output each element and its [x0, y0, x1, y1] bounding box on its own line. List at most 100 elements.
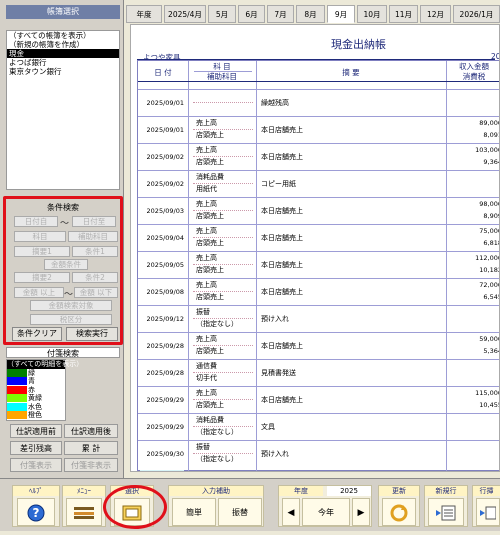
- header-split: [194, 71, 252, 72]
- ledger-item[interactable]: 東京タウン銀行: [7, 67, 119, 76]
- amount-to-field[interactable]: 金額 以下: [74, 287, 118, 298]
- row-tekiyo: 本日店舗売上: [261, 288, 303, 296]
- sticky-filter-item[interactable]: （すべての明細を表示）: [7, 360, 83, 369]
- arrow-right-icon: ▶: [357, 508, 365, 518]
- tab-1[interactable]: 2025/4月: [164, 5, 206, 23]
- ledger-item[interactable]: （すべての帳簿を表示）: [7, 31, 119, 40]
- table-row[interactable]: 2025/09/02 売上高店頭売上 本日店舗売上 103,000 9,364: [138, 143, 499, 169]
- tab-9[interactable]: 12月: [420, 5, 451, 23]
- table-row[interactable]: 2025/09/05 売上高 店頭売上 本日店舗売上 112,000 10,182: [138, 251, 500, 277]
- year-prev-button[interactable]: ◀: [282, 498, 300, 526]
- tab-5[interactable]: 8月: [296, 5, 325, 23]
- row-tekiyo: 預け入れ: [261, 450, 289, 458]
- sticky-filter-item[interactable]: 橙色: [7, 411, 65, 420]
- this-year-button[interactable]: 今年: [302, 498, 350, 526]
- row-date: 2025/09/28: [146, 369, 184, 377]
- row-kamoku: 振替: [196, 443, 210, 451]
- cumulative-button[interactable]: 累 計: [64, 441, 118, 455]
- sticky-filter-item[interactable]: 青: [7, 377, 65, 386]
- tab-7[interactable]: 10月: [357, 5, 387, 23]
- tekiyo2-field[interactable]: 摘要2: [14, 272, 70, 283]
- header-bottom-rule: [138, 81, 499, 82]
- menu-group: ﾒﾆｭｰ: [62, 485, 106, 527]
- sticky-filter-item[interactable]: 水色: [7, 402, 65, 412]
- table-row[interactable]: 2025/09/03 売上高店頭売上 本日店舗売上 98,000 8,909: [138, 197, 499, 223]
- table-row[interactable]: 2025/09/12 振替 （指定なし） 預け入れ: [138, 305, 499, 331]
- cond1-select[interactable]: 条件1: [72, 246, 118, 257]
- table-row[interactable]: 2025/09/30 振替 （指定なし） 預け入れ: [138, 440, 499, 466]
- ledger-item[interactable]: 現金: [7, 49, 119, 58]
- table-row[interactable]: 2025/09/28 通信費 切手代 見積書発送: [138, 359, 499, 385]
- row-insert-button[interactable]: [476, 498, 500, 526]
- kantan-button[interactable]: 簡単: [172, 498, 216, 526]
- help-label: ﾍﾙﾌﾟ: [13, 486, 59, 496]
- row-kamoku: 売上高: [196, 146, 217, 154]
- update-button[interactable]: [382, 498, 416, 526]
- tab-6[interactable]: 9月: [327, 5, 355, 23]
- color-swatch: [7, 394, 27, 402]
- menu-button[interactable]: [66, 498, 102, 526]
- table-row[interactable]: 2025/09/01 繰越残高: [138, 89, 499, 115]
- tab-3[interactable]: 6月: [238, 5, 265, 23]
- cond2-select[interactable]: 条件2: [72, 272, 118, 283]
- input-assist-group: 入力補助 簡単 振替: [168, 485, 264, 527]
- amount-target-select[interactable]: 金額検索対象: [30, 300, 112, 311]
- sticky-filter-label: 赤: [28, 385, 35, 394]
- sticky-show-button[interactable]: 付箋表示: [10, 458, 62, 472]
- hojo-select[interactable]: 補助科目: [68, 231, 118, 242]
- tekiyo1-field[interactable]: 摘要1: [14, 246, 70, 257]
- new-row-button[interactable]: [428, 498, 464, 526]
- date-to-field[interactable]: 日付至: [72, 216, 116, 227]
- table-row[interactable]: 2025/09/29 売上高 店頭売上 本日店舗売上 115,000 10,455: [138, 386, 499, 412]
- ledger-list[interactable]: （すべての帳簿を表示） （新規の帳簿を作成） 現金 よつば銀行 東京タウン銀行: [6, 30, 120, 190]
- condition-search-panel: 条件検索 日付自 〜 日付至 科目 補助科目 摘要1 条件1 金額条件 摘要2 …: [3, 196, 123, 345]
- row-amount: 89,000: [479, 119, 500, 127]
- date-from-field[interactable]: 日付自: [14, 216, 58, 227]
- ledger-item[interactable]: （新規の帳簿を作成）: [7, 40, 119, 49]
- tab-10[interactable]: 2026/1月: [453, 5, 500, 23]
- year-next-button[interactable]: ▶: [352, 498, 370, 526]
- table-row[interactable]: 2025/09/01 売上高店頭売上 本日店舗売上 89,000 8,091: [138, 116, 500, 142]
- row-kamoku: 消耗品費: [196, 416, 224, 424]
- row-tax: 8,909: [483, 212, 499, 220]
- condition-clear-button[interactable]: 条件クリア: [12, 327, 62, 341]
- row-tekiyo: 本日店舗売上: [261, 126, 303, 134]
- color-swatch: [7, 411, 27, 419]
- row-tax: 10,182: [479, 266, 500, 274]
- before-posting-button[interactable]: 仕訳適用前: [10, 424, 62, 438]
- after-posting-button[interactable]: 仕訳適用後: [64, 424, 118, 438]
- tab-2[interactable]: 5月: [208, 5, 236, 23]
- furikae-button[interactable]: 振替: [218, 498, 262, 526]
- amount-from-field[interactable]: 金額 以上: [14, 287, 64, 298]
- highlight-circle: [103, 485, 167, 529]
- table-row[interactable]: 2025/09/28 売上高店頭売上 本日店舗売上 59,000 5,364: [138, 332, 500, 358]
- sticky-filter-item[interactable]: 緑: [7, 368, 65, 378]
- row-split-rule: [193, 210, 253, 211]
- tab-8[interactable]: 11月: [389, 5, 418, 23]
- amount-condition-select[interactable]: 金額条件: [44, 259, 88, 270]
- tab-4[interactable]: 7月: [267, 5, 294, 23]
- row-tekiyo: 本日店舗売上: [261, 207, 303, 215]
- sticky-filter-label: 橙色: [28, 411, 42, 419]
- help-button[interactable]: ?: [17, 498, 55, 526]
- row-hojo: （指定なし）: [196, 428, 238, 436]
- sticky-hide-button[interactable]: 付箋非表示: [64, 458, 118, 472]
- table-row[interactable]: 2025/09/04 売上高店頭売上 本日店舗売上 75,000 6,818: [138, 224, 499, 250]
- tax-category-select[interactable]: 税区分: [30, 314, 112, 325]
- sticky-filter-item[interactable]: 赤: [7, 385, 65, 395]
- search-execute-button[interactable]: 検索実行: [66, 327, 118, 341]
- kamoku-select[interactable]: 科目: [14, 231, 66, 242]
- row-amount: 59,000: [479, 335, 500, 343]
- sticky-filter-list[interactable]: （すべての明細を表示）緑青赤黄緑 水色 橙色: [6, 359, 83, 421]
- sticky-filter-item[interactable]: 黄緑: [7, 394, 65, 403]
- table-row[interactable]: 2025/09/29 消耗品費 （指定なし） 文具: [138, 413, 499, 439]
- ledger-item[interactable]: よつば銀行: [7, 58, 119, 67]
- table-row[interactable]: 2025/09/02 消耗品費 用紙代 コピー用紙: [138, 170, 499, 196]
- new-row-date-cell[interactable]: [140, 470, 184, 471]
- tab-0[interactable]: 年度: [126, 5, 162, 23]
- row-date: 2025/09/30: [146, 450, 184, 458]
- difference-balance-button[interactable]: 差引残高: [10, 441, 62, 455]
- table-row[interactable]: 2025/09/08 売上高店頭売上 本日店舗売上 72,000 6,545: [138, 278, 499, 304]
- ledger-table: 日 付 科 目 補助科目 摘 要 収入金額 消費税 2025/09/01 繰越残高…: [137, 60, 500, 471]
- row-kamoku: 売上高: [196, 281, 217, 289]
